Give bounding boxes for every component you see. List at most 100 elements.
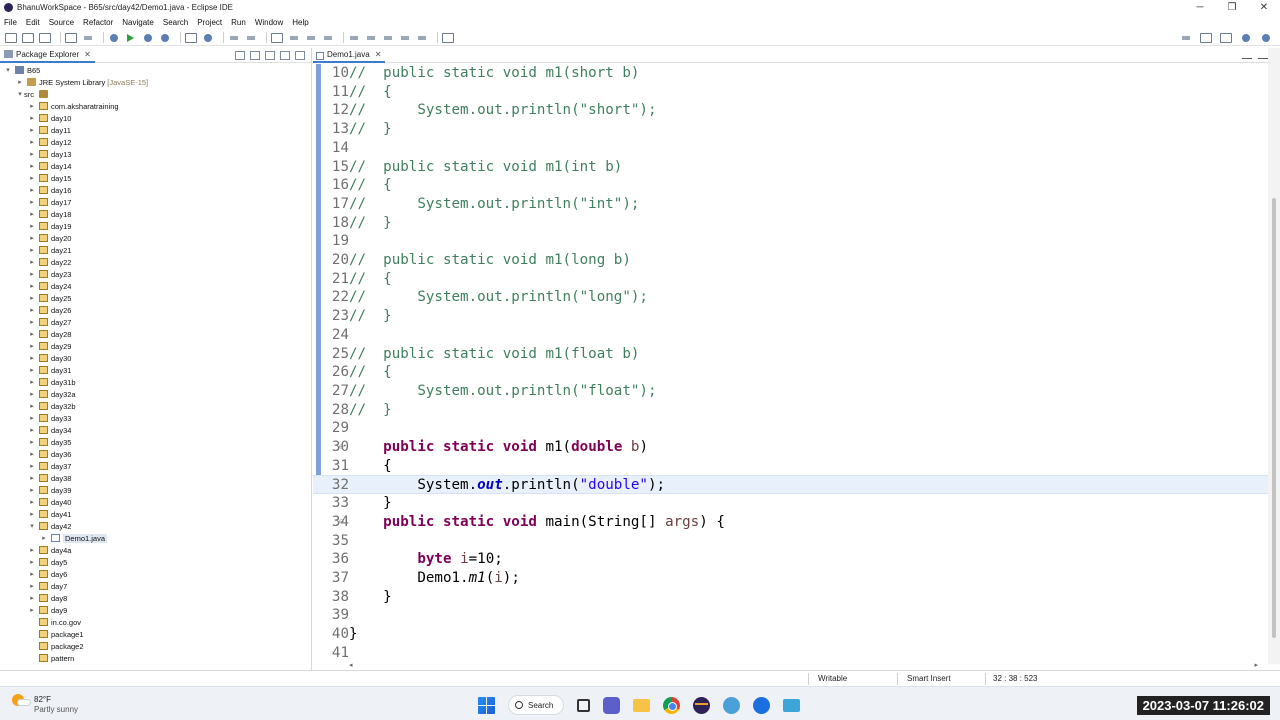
- chevron-right-icon[interactable]: ▸: [28, 390, 36, 398]
- code-line[interactable]: 39: [313, 606, 1268, 625]
- previous-annotation-icon[interactable]: [365, 33, 377, 43]
- code-line[interactable]: 30 ⊖ public static void m1(double b): [313, 438, 1268, 457]
- minimize-view-icon[interactable]: [1242, 51, 1252, 59]
- code-line[interactable]: 23// }: [313, 307, 1268, 326]
- chevron-right-icon[interactable]: ▸: [28, 570, 36, 578]
- horizontal-scrollbar[interactable]: ◂ ▸: [343, 660, 1258, 670]
- tree-item[interactable]: ▸ day8: [0, 592, 311, 604]
- tree-item[interactable]: in.co.gov: [0, 616, 311, 628]
- open-perspective-icon[interactable]: [1200, 33, 1212, 43]
- code-line[interactable]: 31 {: [313, 457, 1268, 476]
- new-java-package-icon[interactable]: [185, 32, 197, 43]
- chevron-right-icon[interactable]: ▸: [28, 294, 36, 302]
- code-line[interactable]: 40}: [313, 625, 1268, 644]
- chevron-right-icon[interactable]: ▸: [28, 450, 36, 458]
- tree-item[interactable]: ▸ day6: [0, 568, 311, 580]
- tree-item[interactable]: ▸ day26: [0, 304, 311, 316]
- back-icon[interactable]: [399, 33, 411, 43]
- java-ee-perspective-icon[interactable]: [1220, 33, 1232, 43]
- minimize-view-icon[interactable]: [280, 51, 290, 60]
- open-type-icon[interactable]: [228, 33, 240, 43]
- tree-item[interactable]: ▸ day32a: [0, 388, 311, 400]
- code-line[interactable]: 29: [313, 419, 1268, 438]
- tree-item[interactable]: ▸ day11: [0, 124, 311, 136]
- chevron-right-icon[interactable]: ▸: [28, 498, 36, 506]
- java-perspective-icon[interactable]: [1240, 33, 1252, 43]
- taskbar-search-button[interactable]: Search: [508, 695, 564, 715]
- tree-item[interactable]: pattern: [0, 652, 311, 664]
- tree-item[interactable]: ▸ day4a: [0, 544, 311, 556]
- chevron-right-icon[interactable]: ▸: [28, 342, 36, 350]
- chevron-right-icon[interactable]: ▸: [40, 534, 48, 542]
- code-line[interactable]: 27// System.out.println("float");: [313, 382, 1268, 401]
- show-whitespace-icon[interactable]: [322, 33, 334, 43]
- tab-package-explorer[interactable]: Package Explorer ✕: [0, 48, 95, 63]
- chevron-right-icon[interactable]: ▸: [28, 330, 36, 338]
- fold-toggle-icon[interactable]: ⊖: [339, 513, 344, 532]
- chevron-right-icon[interactable]: ▸: [28, 594, 36, 602]
- tree-item[interactable]: ▸ Demo1.java: [0, 532, 311, 544]
- tree-item[interactable]: ▸ day23: [0, 268, 311, 280]
- maximize-view-icon[interactable]: [295, 51, 305, 60]
- chevron-right-icon[interactable]: ▸: [28, 582, 36, 590]
- windows-start-icon[interactable]: [478, 696, 495, 714]
- code-line[interactable]: 16// {: [313, 176, 1268, 195]
- teams-chat-icon[interactable]: [603, 696, 620, 714]
- scroll-left-icon[interactable]: ◂: [349, 661, 353, 669]
- chevron-right-icon[interactable]: ▸: [28, 270, 36, 278]
- tree-item[interactable]: package1: [0, 628, 311, 640]
- code-line[interactable]: 12// System.out.println("short");: [313, 101, 1268, 120]
- code-line[interactable]: 13// }: [313, 120, 1268, 139]
- control-panel-icon[interactable]: [723, 696, 740, 714]
- weather-temperature[interactable]: 82°F: [34, 695, 51, 704]
- tree-item[interactable]: ▸ day34: [0, 424, 311, 436]
- save-icon[interactable]: [22, 32, 34, 43]
- chevron-right-icon[interactable]: ▸: [28, 414, 36, 422]
- scroll-thumb[interactable]: [1272, 198, 1276, 638]
- code-line[interactable]: 24: [313, 326, 1268, 345]
- maximize-view-icon[interactable]: [1258, 51, 1268, 59]
- chevron-down-icon[interactable]: ▾: [16, 90, 24, 98]
- chevron-right-icon[interactable]: ▸: [16, 78, 24, 86]
- tree-item[interactable]: ▸ day15: [0, 172, 311, 184]
- code-line[interactable]: 14: [313, 139, 1268, 158]
- code-line[interactable]: 28// }: [313, 401, 1268, 420]
- zoom-icon[interactable]: [753, 696, 770, 714]
- chevron-right-icon[interactable]: ▸: [28, 138, 36, 146]
- chevron-right-icon[interactable]: ▸: [28, 474, 36, 482]
- code-line[interactable]: 21// {: [313, 270, 1268, 289]
- skip-breakpoints-icon[interactable]: [82, 33, 94, 43]
- tree-item[interactable]: ▸ day13: [0, 148, 311, 160]
- tree-item[interactable]: ▸ day37: [0, 460, 311, 472]
- code-line[interactable]: 18// }: [313, 214, 1268, 233]
- menu-run[interactable]: Run: [231, 18, 246, 27]
- chevron-right-icon[interactable]: ▸: [28, 282, 36, 290]
- chevron-right-icon[interactable]: ▸: [28, 126, 36, 134]
- code-line[interactable]: 36 byte i=10;: [313, 550, 1268, 569]
- chevron-right-icon[interactable]: ▸: [28, 114, 36, 122]
- tree-item[interactable]: ▸ day20: [0, 232, 311, 244]
- tree-item[interactable]: ▸ day27: [0, 316, 311, 328]
- chevron-right-icon[interactable]: ▸: [28, 462, 36, 470]
- tree-item[interactable]: ▸ day35: [0, 436, 311, 448]
- chevron-right-icon[interactable]: ▸: [28, 246, 36, 254]
- remote-desktop-icon[interactable]: [783, 698, 800, 712]
- tree-item[interactable]: ▸ day17: [0, 196, 311, 208]
- code-editor[interactable]: 10// public static void m1(short b) 11// …: [313, 64, 1268, 664]
- maximize-button[interactable]: ❐: [1216, 0, 1248, 15]
- external-tools-icon[interactable]: [159, 33, 171, 43]
- chevron-right-icon[interactable]: ▸: [28, 258, 36, 266]
- menu-refactor[interactable]: Refactor: [83, 18, 113, 27]
- tree-item[interactable]: ▸ day9: [0, 604, 311, 616]
- menu-project[interactable]: Project: [197, 18, 222, 27]
- tree-item[interactable]: ▸ day28: [0, 328, 311, 340]
- tree-item[interactable]: ▸ day18: [0, 208, 311, 220]
- code-line[interactable]: 34 ⊖ public static void main(String[] arg…: [313, 513, 1268, 532]
- chevron-right-icon[interactable]: ▸: [28, 378, 36, 386]
- tree-item[interactable]: ▸ day19: [0, 220, 311, 232]
- partly-sunny-icon[interactable]: [12, 694, 31, 706]
- chevron-right-icon[interactable]: ▸: [28, 510, 36, 518]
- code-line[interactable]: 22// System.out.println("long");: [313, 288, 1268, 307]
- close-icon[interactable]: ✕: [84, 50, 91, 59]
- tree-item[interactable]: ▸ day32b: [0, 400, 311, 412]
